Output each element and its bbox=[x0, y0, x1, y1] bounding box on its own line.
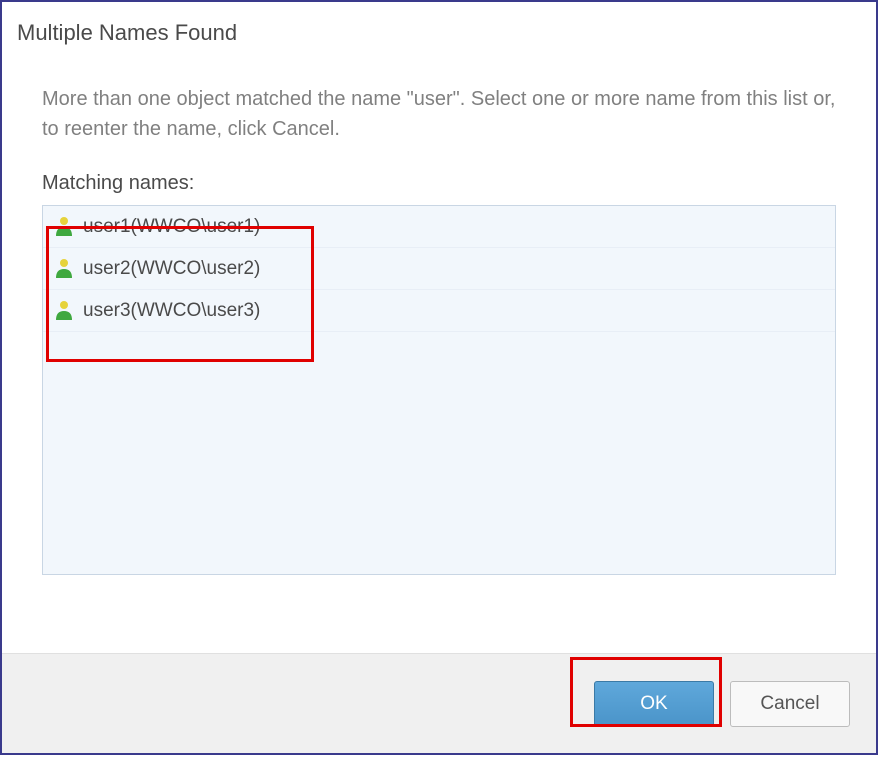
ok-button[interactable]: OK bbox=[594, 681, 714, 727]
button-bar: OK Cancel bbox=[2, 653, 876, 753]
user-icon bbox=[53, 258, 75, 280]
user-icon bbox=[53, 300, 75, 322]
list-item[interactable]: user2(WWCO\user2) bbox=[43, 248, 835, 290]
list-item-label: user3(WWCO\user3) bbox=[83, 300, 260, 322]
multiple-names-dialog: Multiple Names Found More than one objec… bbox=[0, 0, 878, 755]
list-item[interactable]: user3(WWCO\user3) bbox=[43, 290, 835, 332]
list-item-label: user1(WWCO\user1) bbox=[83, 216, 260, 238]
dialog-body: More than one object matched the name "u… bbox=[2, 54, 876, 653]
user-icon bbox=[53, 216, 75, 238]
dialog-title: Multiple Names Found bbox=[2, 2, 876, 54]
list-label: Matching names: bbox=[42, 172, 836, 195]
list-item[interactable]: user1(WWCO\user1) bbox=[43, 206, 835, 248]
list-item-label: user2(WWCO\user2) bbox=[83, 258, 260, 280]
matching-names-list[interactable]: user1(WWCO\user1) user2(WWCO\user2) bbox=[42, 205, 836, 575]
dialog-description: More than one object matched the name "u… bbox=[42, 84, 836, 144]
cancel-button[interactable]: Cancel bbox=[730, 681, 850, 727]
